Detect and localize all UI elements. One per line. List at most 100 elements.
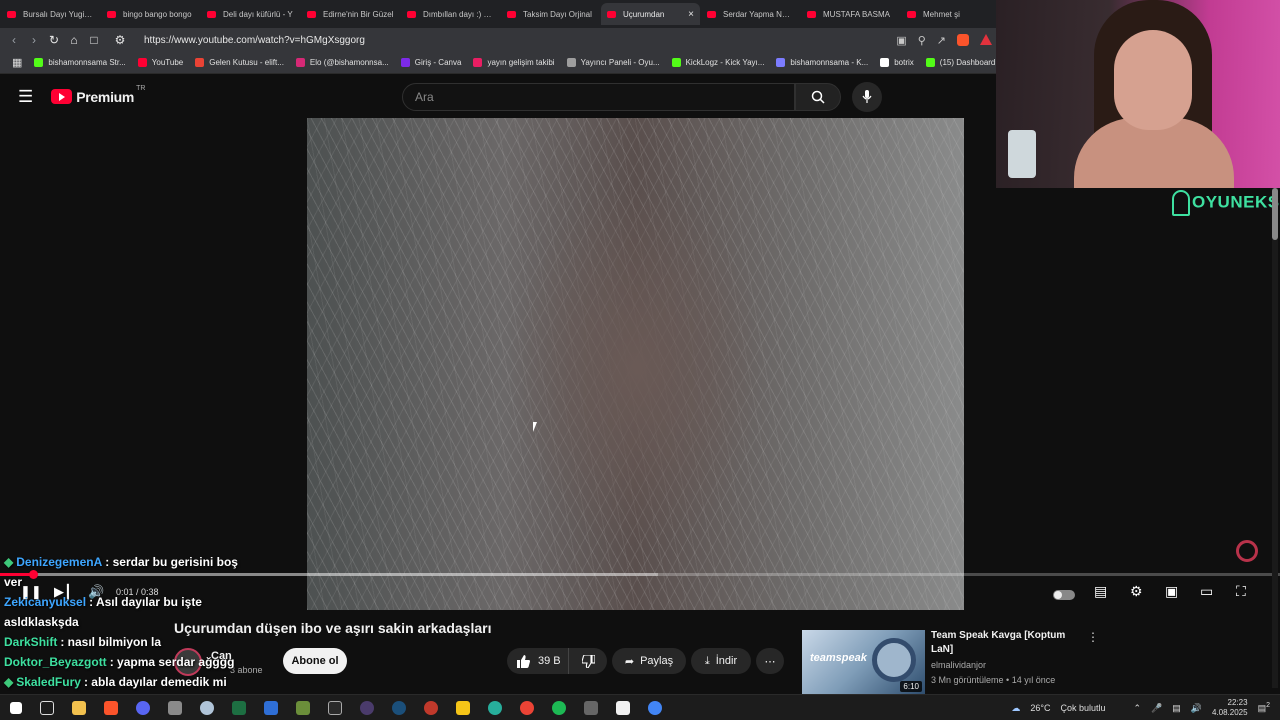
bookmark-item[interactable]: Giriş - Canva — [400, 58, 461, 67]
back-icon[interactable]: ‹ — [4, 33, 24, 47]
theater-mode-icon[interactable]: ▭ — [1200, 583, 1213, 600]
dislike-button[interactable] — [569, 654, 607, 668]
minecraft-icon[interactable] — [296, 700, 310, 715]
tab-label: bingo bango bongo — [123, 9, 192, 19]
menu-icon[interactable]: ☰ — [18, 87, 33, 107]
file-explorer-icon[interactable] — [72, 700, 86, 715]
site-info-icon[interactable]: ⚙ — [110, 33, 130, 47]
bookmark-label: bishamonnsama Str... — [48, 58, 126, 67]
tray-chevron-icon[interactable]: ⌃ — [1133, 703, 1141, 714]
related-video-thumbnail[interactable]: teamspeak 6:10 — [802, 630, 925, 694]
mic-tray-icon[interactable]: 🎤 — [1151, 703, 1162, 714]
brave-browser-icon[interactable] — [104, 700, 118, 715]
chat-text: asldklaskşda — [4, 615, 79, 629]
browser-tab[interactable]: Serdar Yapma Nolur — [701, 3, 800, 25]
youtube-favicon-icon — [207, 10, 216, 18]
share-icon[interactable]: ↗ — [937, 34, 946, 47]
clock[interactable]: 22:23 4.08.2025 — [1212, 698, 1248, 718]
search-input[interactable]: Ara — [402, 83, 795, 111]
chrome-icon[interactable] — [520, 700, 534, 715]
notification-icon[interactable]: ▤2 — [1258, 702, 1270, 714]
zoom-icon[interactable]: ⚲ — [918, 34, 926, 47]
bookmark-favicon-icon — [925, 58, 935, 67]
bookmark-item[interactable]: Elo (@bishamonnsa... — [295, 58, 389, 67]
printer-icon[interactable] — [168, 700, 182, 715]
task-view-icon[interactable] — [40, 700, 54, 715]
url-field[interactable]: https://www.youtube.com/watch?v=hGMgXsgg… — [144, 35, 365, 46]
notion-icon[interactable] — [616, 700, 630, 715]
forward-icon[interactable]: › — [24, 33, 44, 47]
brave-shields-icon[interactable] — [957, 33, 969, 46]
pen-tool-icon[interactable] — [584, 700, 598, 715]
fullscreen-icon[interactable]: ⛶ — [1236, 583, 1246, 600]
browser-tab[interactable]: Deli dayı küfürlü - Y — [201, 3, 300, 25]
browser-tab[interactable]: MUSTAFA BASMA — [801, 3, 900, 25]
miniplayer-icon[interactable]: ▣ — [1165, 583, 1178, 600]
search-button[interactable] — [795, 83, 841, 111]
voice-search-button[interactable] — [852, 82, 882, 112]
game-app-icon[interactable] — [424, 700, 438, 715]
browser-tab-active[interactable]: Uçurumdan × — [601, 3, 700, 25]
scrollbar-thumb[interactable] — [1272, 188, 1278, 240]
related-video-title[interactable]: Team Speak Kavga [Koptum LaN] — [931, 629, 1071, 657]
browser-tab[interactable]: Mehmet şi — [901, 3, 1000, 25]
settings-icon[interactable]: ⚙ — [1130, 583, 1143, 600]
thumbs-up-icon — [517, 654, 530, 668]
steam-icon[interactable] — [392, 700, 406, 715]
autoplay-switch-icon — [1053, 590, 1075, 600]
chat-message: asldklaskşda — [4, 612, 304, 632]
bookmark-favicon-icon — [400, 58, 410, 67]
brave-rewards-icon[interactable] — [980, 33, 992, 45]
network-icon[interactable]: ▤ — [1172, 703, 1181, 714]
bookmark-item[interactable]: KickLogz - Kick Yayı... — [671, 58, 764, 67]
subtitles-icon[interactable]: ▤ — [1094, 583, 1107, 600]
norton-icon[interactable] — [456, 700, 470, 715]
chrome-profile-icon[interactable] — [648, 700, 662, 715]
more-icon: ⋯ — [764, 655, 776, 668]
discord-icon[interactable] — [136, 700, 150, 715]
bookmark-item[interactable]: bishamonnsama - K... — [776, 58, 868, 67]
browser-tab[interactable]: Taksim Dayı Orjinal — [501, 3, 600, 25]
cast-icon[interactable]: ▣ — [896, 34, 906, 47]
download-button[interactable]: ⤓ İndir — [691, 648, 751, 674]
video-player[interactable] — [307, 118, 964, 610]
more-actions-button[interactable]: ⋯ — [756, 648, 784, 674]
bookmark-item[interactable]: Yayıncı Paneli - Oyu... — [566, 58, 660, 67]
spotify-icon[interactable] — [552, 700, 566, 715]
store-icon[interactable] — [264, 700, 278, 715]
bookmark-label: bishamonnsama - K... — [790, 58, 869, 67]
windows-start-icon[interactable] — [10, 701, 22, 714]
browser-tab[interactable]: Edirne'nin Bir Güzel — [301, 3, 400, 25]
tab-close-icon[interactable]: × — [688, 9, 694, 20]
windows-taskbar: ☁ 26°C Çok bulutlu ⌃ 🎤 ▤ 🔊 22:23 4.08.20… — [0, 694, 1280, 720]
thumbnail-text: teamspeak — [810, 652, 867, 664]
page-scrollbar[interactable] — [1272, 188, 1278, 688]
vpn-icon[interactable] — [488, 700, 502, 715]
bookmark-item[interactable]: bishamonnsama Str... — [34, 58, 126, 67]
bookmark-item[interactable]: yayın gelişim takibi — [473, 58, 555, 67]
speaker-tray-icon[interactable]: 🔊 — [1191, 703, 1202, 714]
reload-icon[interactable]: ↻ — [44, 33, 64, 47]
bookmark-item[interactable]: YouTube — [137, 58, 183, 67]
chat-username: DenizegemenA — [16, 555, 103, 569]
tab-label: Mehmet şi — [923, 9, 960, 19]
like-button[interactable]: 39 B — [507, 648, 569, 674]
related-channel[interactable]: elmalividanjor — [931, 660, 986, 670]
youtube-logo[interactable]: Premium TR — [51, 85, 145, 105]
bookmark-item[interactable]: (15) Dashboard — [925, 58, 995, 67]
bookmark-icon[interactable]: □ — [84, 33, 104, 47]
epic-games-icon[interactable] — [328, 700, 342, 715]
autoplay-toggle[interactable] — [1053, 587, 1075, 603]
bookmark-item[interactable]: Gelen Kutusu - elift... — [195, 58, 284, 67]
home-icon[interactable]: ⌂ — [64, 33, 84, 47]
related-menu-icon[interactable]: ⋮ — [1087, 630, 1099, 644]
browser-tab[interactable]: Dımbıllan dayı :) #sh — [401, 3, 500, 25]
excel-icon[interactable] — [232, 700, 246, 715]
browser-tab[interactable]: bingo bango bongo — [101, 3, 200, 25]
obs-icon[interactable] — [360, 700, 374, 715]
share-button[interactable]: ➦ Paylaş — [612, 648, 686, 674]
paint-icon[interactable] — [200, 700, 214, 715]
browser-tab[interactable]: Bursalı Dayı Yugi-Oh — [1, 3, 100, 25]
bookmark-item[interactable]: botrix — [880, 58, 914, 67]
apps-grid-icon[interactable]: ▦ — [12, 56, 22, 69]
